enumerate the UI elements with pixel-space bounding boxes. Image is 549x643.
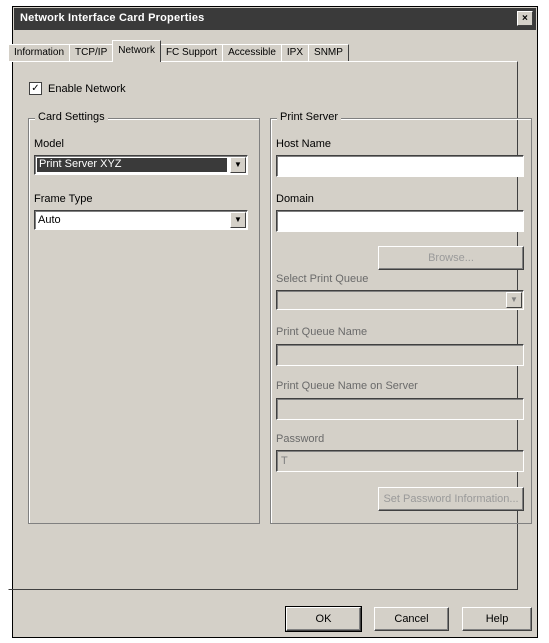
chevron-down-icon[interactable]: ▼ [506, 292, 522, 308]
password-input[interactable]: T [276, 450, 524, 472]
password-label: Password [276, 433, 325, 445]
host-name-label: Host Name [276, 138, 332, 150]
card-settings-group: Card Settings [28, 111, 260, 524]
model-select[interactable]: Print Server XYZ ▼ [34, 155, 248, 175]
frame-type-label: Frame Type [34, 193, 93, 205]
domain-input[interactable] [276, 210, 524, 232]
domain-label: Domain [276, 193, 314, 205]
queue-name-on-server-input[interactable] [276, 398, 524, 420]
tab-network[interactable]: Network [112, 40, 161, 62]
tab-accessible[interactable]: Accessible [222, 44, 282, 62]
ok-button[interactable]: OK [285, 606, 362, 632]
tab-tcpip[interactable]: TCP/IP [69, 44, 114, 62]
queue-name-on-server-label: Print Queue Name on Server [276, 380, 418, 392]
cancel-button[interactable]: Cancel [374, 607, 449, 631]
browse-button[interactable]: Browse... [378, 246, 524, 270]
frame-type-value: Auto [38, 214, 61, 226]
tab-information[interactable]: Information [8, 44, 71, 62]
select-print-queue-select[interactable]: ▼ [276, 290, 524, 310]
set-password-button[interactable]: Set Password Information... [378, 487, 524, 511]
tab-strip: Information TCP/IP Network FC Support Ac… [8, 40, 349, 62]
enable-label: Enable Network [48, 82, 126, 95]
chevron-down-icon[interactable]: ▼ [230, 212, 246, 228]
model-value: Print Server XYZ [37, 158, 227, 172]
frame-type-select[interactable]: Auto ▼ [34, 210, 248, 230]
queue-name-input[interactable] [276, 344, 524, 366]
help-button[interactable]: Help [462, 607, 532, 631]
model-label: Model [34, 138, 64, 150]
tab-ipx[interactable]: IPX [280, 44, 310, 62]
tab-snmp[interactable]: SNMP [308, 44, 349, 62]
select-print-queue-label: Select Print Queue [276, 273, 369, 285]
chevron-down-icon[interactable]: ▼ [230, 157, 246, 173]
close-icon[interactable]: × [517, 11, 533, 26]
enable-checkbox[interactable]: ✓ [29, 82, 42, 95]
card-settings-legend: Card Settings [35, 111, 108, 123]
print-server-legend: Print Server [277, 111, 342, 123]
title-bar: Network Interface Card Properties × [14, 8, 536, 30]
enable-row[interactable]: ✓ Enable Network [29, 82, 126, 95]
queue-name-label: Print Queue Name [276, 326, 368, 338]
host-name-input[interactable] [276, 155, 524, 177]
window-title: Network Interface Card Properties [20, 12, 205, 24]
tab-fc-support[interactable]: FC Support [159, 44, 224, 62]
